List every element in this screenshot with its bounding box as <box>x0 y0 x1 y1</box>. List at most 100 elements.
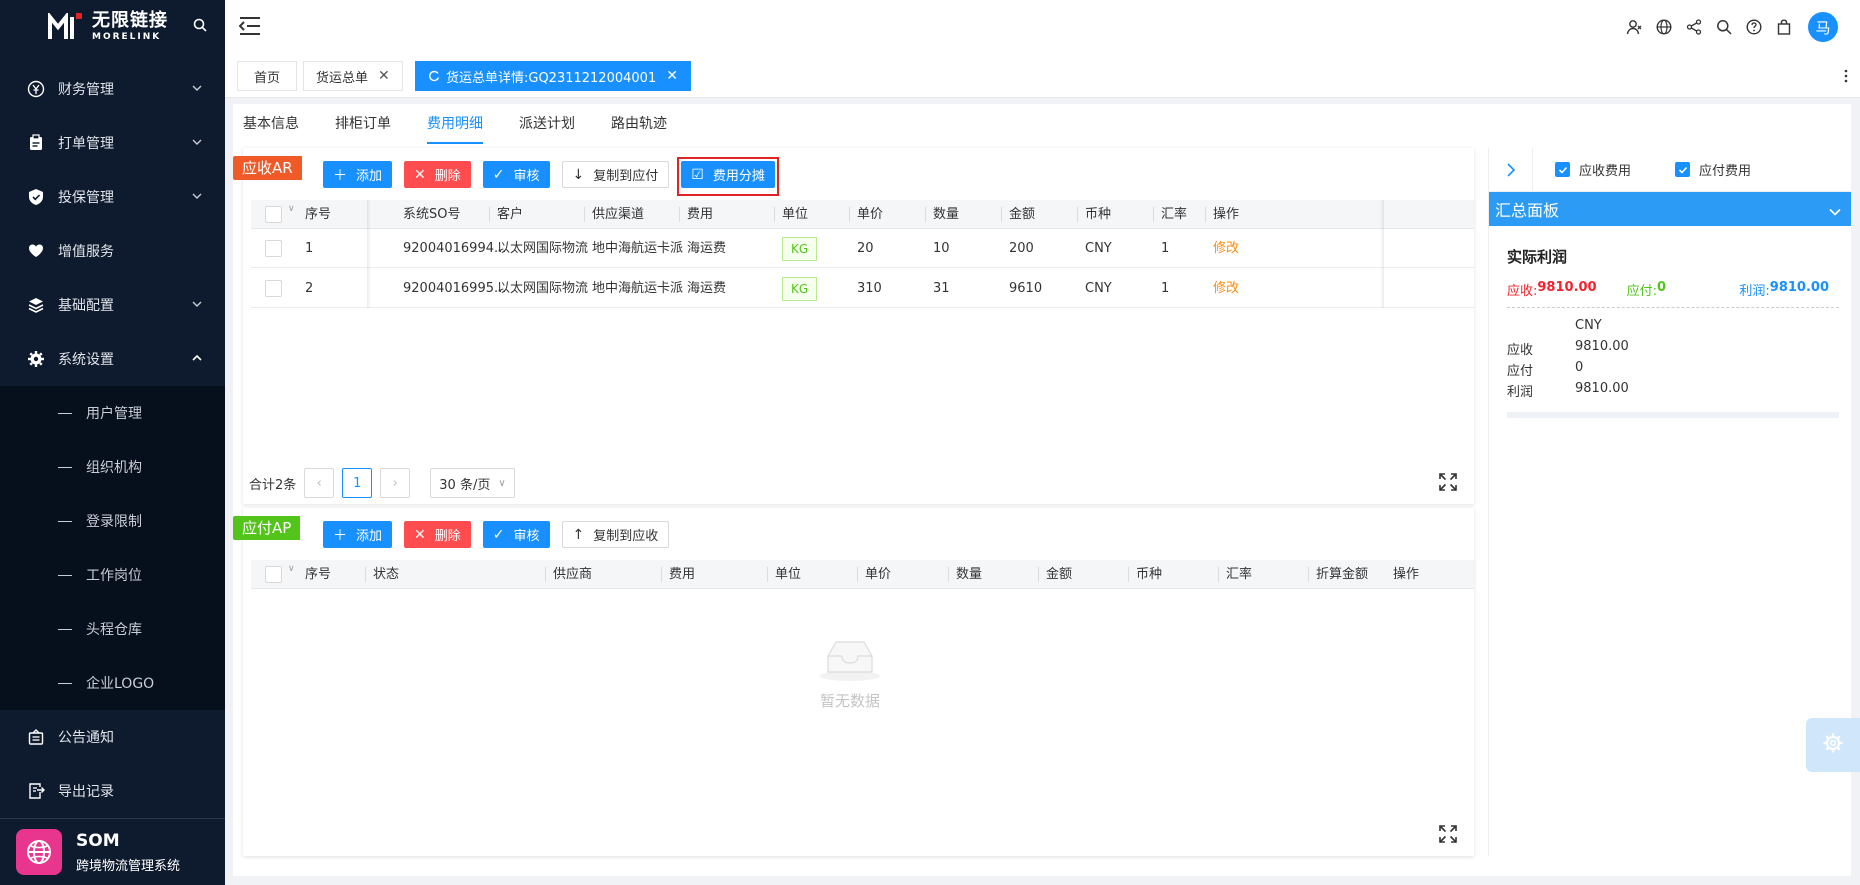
logo[interactable]: 无限链接 MORELINK <box>0 0 225 54</box>
payable-label: 应付: <box>1626 284 1657 299</box>
table-row[interactable]: 1 92004016994... 以太网国际物流 地中海航运卡派 海运费 KG … <box>251 229 1474 268</box>
subtab-route-tracking[interactable]: 路由轨迹 <box>593 104 685 144</box>
sidebar-subitem-positions[interactable]: 工作岗位 <box>0 548 225 602</box>
cell-so: 92004016994... <box>403 241 507 256</box>
next-page-button[interactable]: › <box>380 468 411 498</box>
ar-flag: 应收AR <box>233 156 302 180</box>
select-all-checkbox[interactable] <box>265 206 282 223</box>
ar-add-button[interactable]: ＋ 添加 <box>323 161 393 188</box>
cell-no: 1 <box>305 241 314 256</box>
sidebar-item-value-added[interactable]: 增值服务 <box>0 224 225 278</box>
app-globe-icon <box>16 829 62 875</box>
yen-icon <box>26 79 46 99</box>
ap-copy-to-receivable-button[interactable]: ↑ 复制到应收 <box>561 521 670 548</box>
select-all-checkbox[interactable] <box>265 566 282 583</box>
summary-panel: 应收费用 应付费用 汇总面板 实际利润 应收: 9810.00 应付: 0 利润… <box>1488 147 1851 856</box>
sidebar-item-export-records[interactable]: 导出记录 <box>0 764 225 818</box>
close-icon[interactable]: ✕ <box>378 68 390 84</box>
column-header: 单位 <box>766 560 801 589</box>
page-number[interactable]: 1 <box>342 468 373 498</box>
more-vertical-icon[interactable] <box>1844 68 1848 84</box>
page-size-select[interactable]: 30 条/页 ∨ <box>430 468 515 498</box>
sidebar-subitem-label: 组织机构 <box>86 460 142 476</box>
chevron-down-icon[interactable]: ∨ <box>288 564 295 574</box>
chevron-down-icon[interactable]: ∨ <box>288 204 295 214</box>
column-header: 序号 <box>305 207 332 222</box>
column-header: 数量 <box>947 560 982 589</box>
prev-page-button[interactable]: ‹ <box>304 468 335 498</box>
column-header: 费用 <box>678 200 713 229</box>
subtab-fee-details[interactable]: 费用明细 <box>409 104 501 144</box>
column-header: 状态 <box>364 560 399 589</box>
sidebar-item-label: 投保管理 <box>58 190 114 206</box>
page-size-value: 30 条/页 <box>439 477 491 493</box>
stats-scrollbar[interactable] <box>1507 412 1839 418</box>
cell-unit: KG <box>782 269 818 308</box>
sidebar-item-system-settings[interactable]: 系统设置 <box>0 332 225 386</box>
receivable-fee-checkbox[interactable]: 应收费用 <box>1555 160 1631 179</box>
table-row[interactable]: 2 92004016995... 以太网国际物流 地中海航运卡派 海运费 KG … <box>251 269 1474 308</box>
column-header: 操作 <box>1393 567 1420 582</box>
subtab-basic-info[interactable]: 基本信息 <box>233 104 317 144</box>
search-icon[interactable] <box>1716 19 1732 35</box>
bag-icon[interactable] <box>1776 19 1792 35</box>
row-checkbox[interactable] <box>265 240 282 257</box>
tab-freight-master[interactable]: 货运总单 ✕ <box>303 61 403 91</box>
column-header: 汇率 <box>1217 560 1252 589</box>
edit-link[interactable]: 修改 <box>1213 229 1239 268</box>
ar-allocate-fee-button[interactable]: ☑ 费用分摊 <box>681 161 775 188</box>
ap-audit-button[interactable]: ✓ 审核 <box>482 521 550 548</box>
fullscreen-icon[interactable] <box>1439 825 1457 843</box>
empty-text: 暂无数据 <box>819 692 880 710</box>
column-header: 汇率 <box>1152 200 1187 229</box>
fullscreen-icon[interactable] <box>1439 473 1457 491</box>
close-icon[interactable]: ✕ <box>666 68 678 84</box>
subtab-delivery-plan[interactable]: 派送计划 <box>501 104 593 144</box>
row-checkbox[interactable] <box>265 280 282 297</box>
tab-home[interactable]: 首页 <box>237 61 298 91</box>
ar-copy-to-payable-button[interactable]: ↓ 复制到应付 <box>561 161 670 188</box>
panel-toggle-icon[interactable] <box>1489 147 1533 192</box>
ar-audit-button[interactable]: ✓ 审核 <box>482 161 550 188</box>
user-switch-icon[interactable] <box>1626 19 1642 35</box>
settings-float-button[interactable] <box>1806 718 1860 772</box>
sidebar-item-notices[interactable]: 公告通知 <box>0 710 225 764</box>
column-header: 币种 <box>1127 560 1162 589</box>
sidebar-item-label: 财务管理 <box>58 82 114 98</box>
refresh-icon[interactable] <box>428 70 440 82</box>
share-icon[interactable] <box>1686 19 1702 35</box>
sidebar-search-icon[interactable] <box>193 18 207 32</box>
subtab-container-orders[interactable]: 排柜订单 <box>317 104 409 144</box>
sidebar-item-basic-config[interactable]: 基础配置 <box>0 278 225 332</box>
cell-currency: CNY <box>1085 241 1112 256</box>
tab-freight-detail[interactable]: 货运总单详情:GQ2311212004001 ✕ <box>415 61 691 91</box>
cell-currency: CNY <box>1085 281 1112 296</box>
sidebar-item-insurance[interactable]: 投保管理 <box>0 170 225 224</box>
sidebar-subitem-label: 企业LOGO <box>86 676 155 692</box>
sidebar-subitem-logo[interactable]: 企业LOGO <box>0 656 225 710</box>
cell-qty: 31 <box>933 281 950 296</box>
cell-fee: 海运费 <box>687 241 727 256</box>
ap-delete-button[interactable]: ✕ 删除 <box>404 521 471 548</box>
avatar[interactable]: 马 <box>1808 12 1838 42</box>
sidebar-item-finance[interactable]: 财务管理 <box>0 62 225 116</box>
edit-link[interactable]: 修改 <box>1213 269 1239 308</box>
sidebar-subitem-login-limit[interactable]: 登录限制 <box>0 494 225 548</box>
stat-label: 应付 <box>1507 364 1534 379</box>
sidebar-item-print[interactable]: 打单管理 <box>0 116 225 170</box>
summary-panel-title[interactable]: 汇总面板 <box>1489 192 1851 226</box>
ap-add-button[interactable]: ＋ 添加 <box>323 521 393 548</box>
menu-collapse-icon[interactable] <box>238 16 261 36</box>
globe-icon[interactable] <box>1656 19 1672 35</box>
sidebar-subitem-organization[interactable]: 组织机构 <box>0 440 225 494</box>
summary-title-text: 汇总面板 <box>1495 201 1560 220</box>
help-icon[interactable] <box>1746 19 1762 35</box>
chevron-down-icon <box>1829 203 1841 222</box>
stat-currency: CNY <box>1575 318 1602 333</box>
payable-value: 0 <box>1657 280 1667 295</box>
payable-fee-checkbox[interactable]: 应付费用 <box>1675 160 1751 179</box>
chevron-down-icon <box>191 190 203 202</box>
sidebar-subitem-users[interactable]: 用户管理 <box>0 386 225 440</box>
ar-delete-button[interactable]: ✕ 删除 <box>404 161 471 188</box>
sidebar-subitem-warehouse[interactable]: 头程仓库 <box>0 602 225 656</box>
